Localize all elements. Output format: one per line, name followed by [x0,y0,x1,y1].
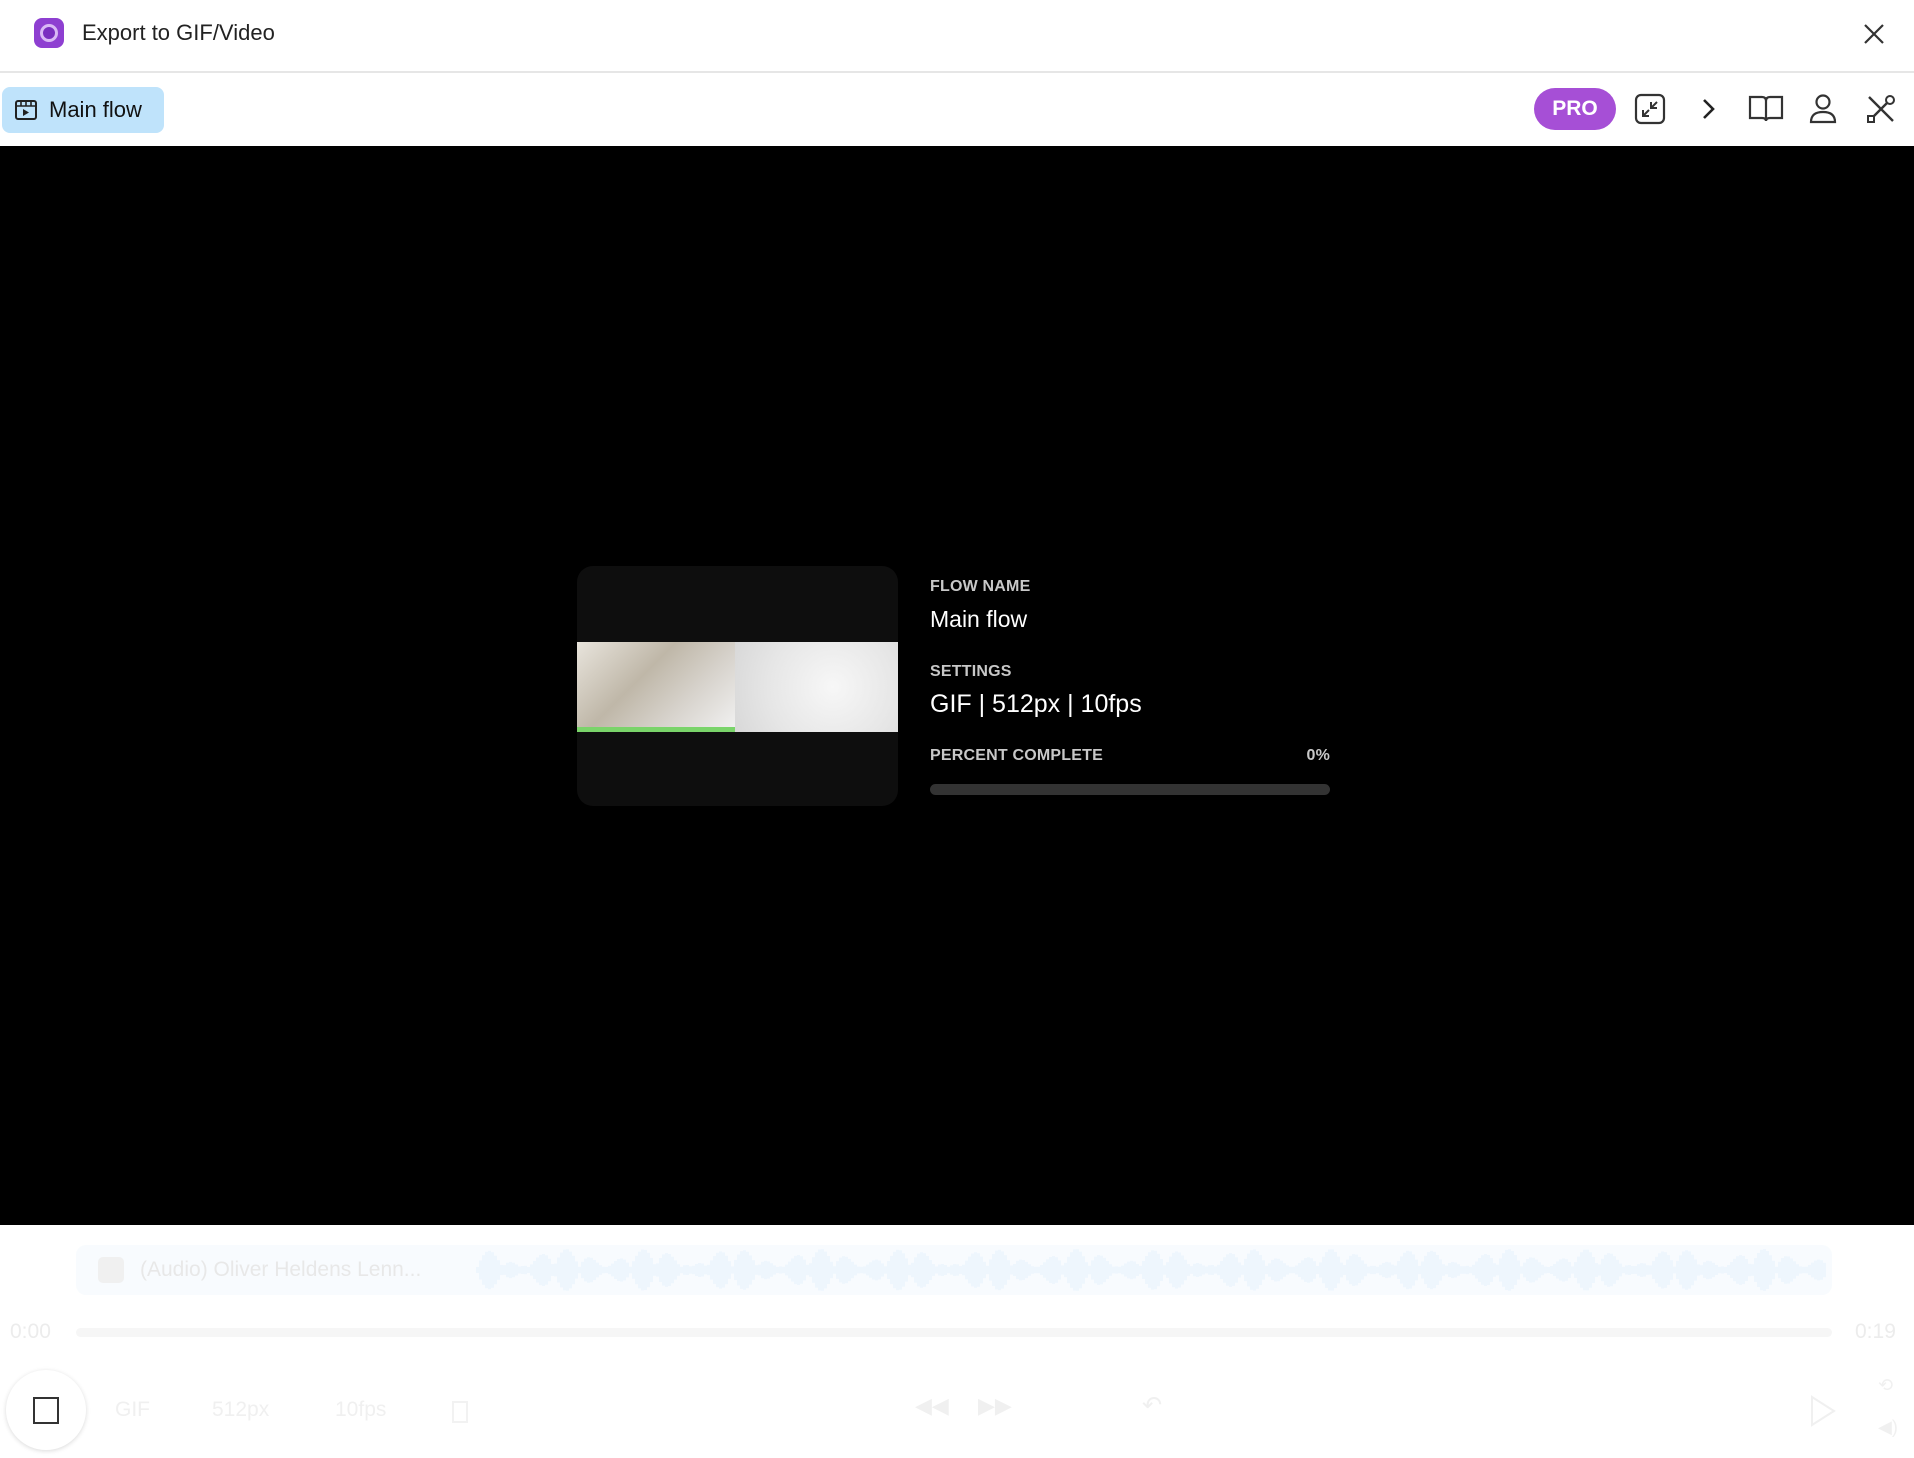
collapse-icon[interactable] [1632,91,1668,127]
flow-name-value: Main flow [930,606,1028,632]
percent-complete-label: PERCENT COMPLETE [930,747,1103,764]
play-icon[interactable] [1810,1395,1836,1427]
size-option[interactable]: 512px [212,1398,269,1422]
flow-thumbnail-card [577,566,898,806]
time-end: 0:19 [1855,1320,1896,1343]
settings-label: SETTINGS [930,663,1012,680]
toolbar: Main flow PRO [0,73,1914,146]
export-stage: FLOW NAME Main flow SETTINGS GIF | 512px… [0,146,1914,1225]
title-bar: Export to GIF/Video [0,0,1914,73]
flow-name-label: FLOW NAME [930,578,1031,595]
volume-icon[interactable]: ◀) [1878,1417,1898,1438]
flow-selector-label: Main flow [49,97,142,122]
audio-waveform [476,1249,1826,1291]
close-icon[interactable] [1860,20,1888,48]
percent-complete-value: 0% [1306,747,1330,764]
loop-icon[interactable]: ⟲ [1878,1375,1893,1396]
window-title: Export to GIF/Video [82,20,275,45]
time-start: 0:00 [10,1320,51,1343]
format-option[interactable]: GIF [115,1398,150,1422]
user-icon[interactable] [1805,91,1841,127]
chevron-right-icon[interactable] [1690,91,1726,127]
player-panel: (Audio) Oliver Heldens Lenn... 0:00 0:19… [0,1225,1914,1458]
fast-forward-icon[interactable]: ▶▶ [978,1393,1012,1419]
tools-icon[interactable] [1863,91,1899,127]
fps-option[interactable]: 10fps [335,1398,386,1422]
stop-icon [33,1396,59,1424]
timeline-scrubber[interactable] [76,1328,1832,1337]
rewind-icon[interactable]: ◀◀ [915,1393,949,1419]
aspect-icon[interactable] [452,1401,468,1423]
flow-selector-button[interactable]: Main flow [2,87,164,133]
book-icon[interactable] [1748,91,1784,127]
settings-value: GIF | 512px | 10fps [930,690,1142,718]
stop-button[interactable] [6,1370,86,1450]
flow-thumbnail-image [577,642,898,732]
music-note-icon [98,1257,124,1283]
progress-bar [930,784,1330,795]
pro-badge[interactable]: PRO [1534,88,1616,130]
audio-track[interactable]: (Audio) Oliver Heldens Lenn... [76,1245,1832,1295]
flow-icon [15,100,37,120]
audio-track-name: (Audio) Oliver Heldens Lenn... [140,1258,422,1281]
app-logo-icon [34,18,64,48]
undo-icon[interactable]: ↶ [1142,1391,1162,1420]
